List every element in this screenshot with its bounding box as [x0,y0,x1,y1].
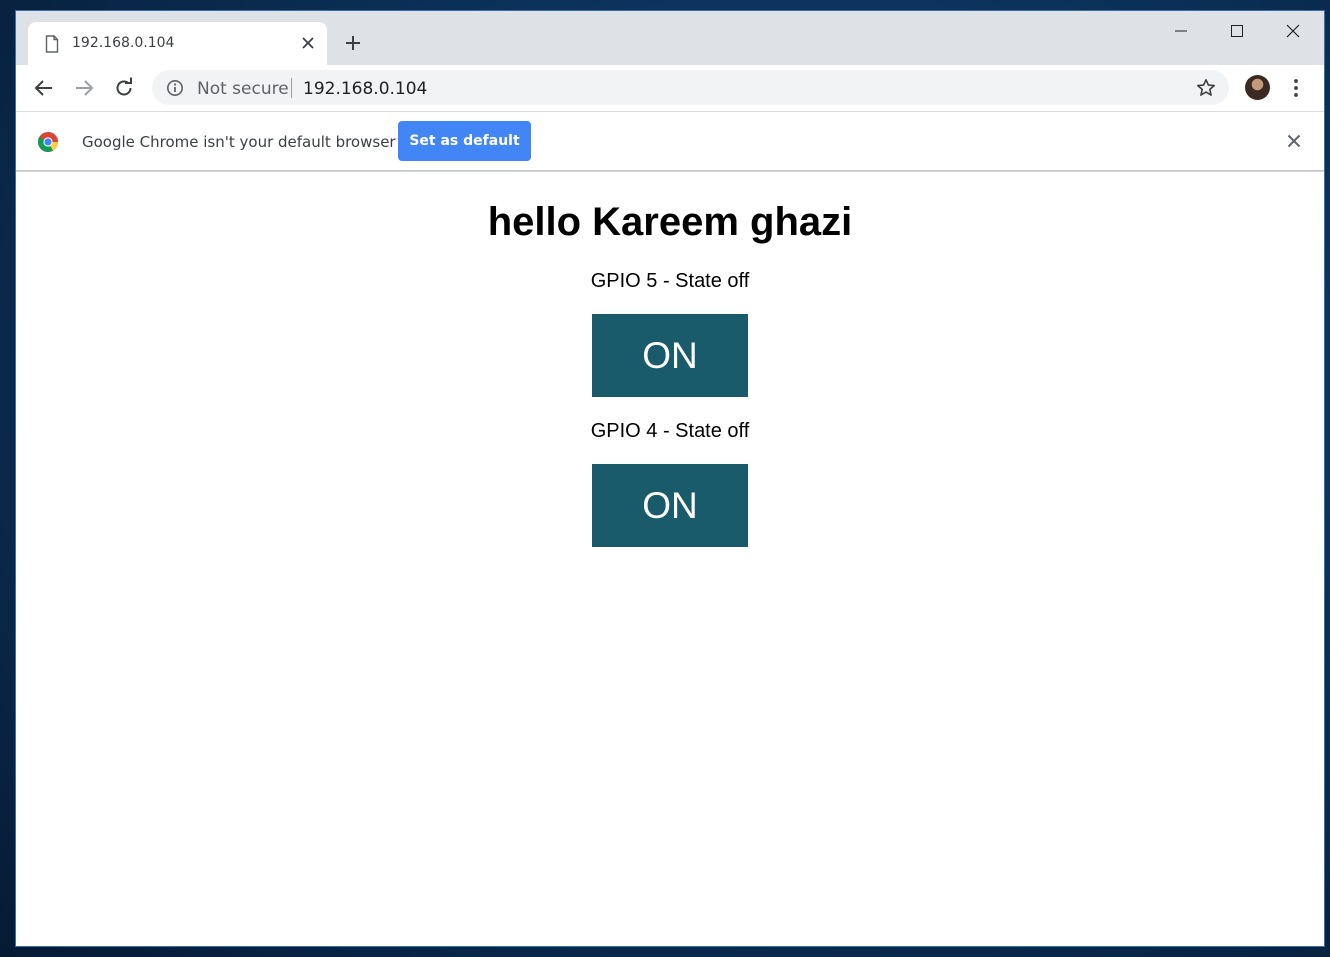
close-icon[interactable] [299,34,317,52]
page-title: hello Kareem ghazi [487,200,853,244]
url-text[interactable]: 192.168.0.104 [303,79,427,99]
set-as-default-button[interactable]: Set as default [398,121,531,161]
address-bar[interactable]: Not secure 192.168.0.104 [152,70,1229,105]
browser-toolbar: Not secure 192.168.0.104 [16,65,1324,111]
browser-tab[interactable]: 192.168.0.104 [28,22,327,65]
gpio-4-state-label: GPIO 4 - State off [590,420,750,442]
page-icon [45,35,59,53]
infobar-message: Google Chrome isn't your default browser [82,133,396,151]
address-separator [291,78,292,98]
minimize-icon[interactable] [1159,17,1203,45]
maximize-icon[interactable] [1215,17,1259,45]
chrome-logo-icon [38,132,58,152]
plus-icon[interactable] [343,33,363,53]
reload-icon[interactable] [112,76,136,100]
tab-strip: 192.168.0.104 [16,11,1324,65]
gpio-5-on-button[interactable]: ON [592,314,748,397]
page-content: hello Kareem ghazi GPIO 5 - State off ON… [16,172,1324,946]
default-browser-infobar: Google Chrome isn't your default browser… [16,111,1324,171]
star-icon[interactable] [1196,78,1216,98]
gpio-5-state-label: GPIO 5 - State off [590,270,750,292]
kebab-menu-icon[interactable] [1288,76,1304,100]
security-label[interactable]: Not secure [197,79,289,99]
tab-title: 192.168.0.104 [72,35,175,51]
window-close-icon[interactable] [1271,17,1315,45]
avatar[interactable] [1245,75,1270,100]
browser-window: 192.168.0.104 Not secure 192.168.0.104 G… [15,10,1325,947]
info-icon[interactable] [166,79,184,97]
infobar-close-icon[interactable] [1286,133,1302,149]
forward-icon[interactable] [72,76,96,100]
back-icon[interactable] [32,76,56,100]
gpio-4-on-button[interactable]: ON [592,464,748,547]
